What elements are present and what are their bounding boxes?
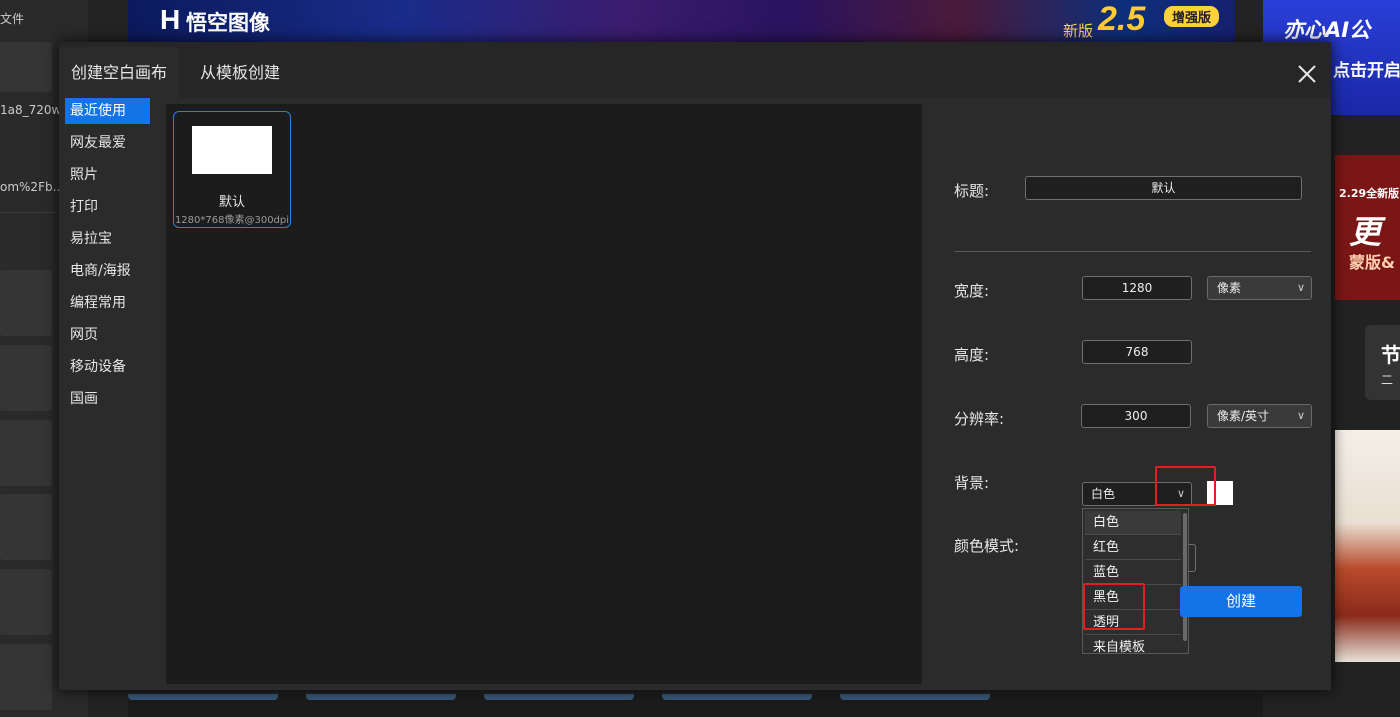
divider xyxy=(954,251,1311,252)
highlight-box xyxy=(1155,466,1216,506)
new-canvas-dialog: 创建空白画布 从模板创建 最近使用 网友最爱 照片 打印 易拉宝 电商/海报 编… xyxy=(59,42,1331,690)
ad-title: 亦心AI公 xyxy=(1283,18,1371,42)
palace-ad-image[interactable] xyxy=(1335,430,1400,662)
ad-subtitle: 蒙版& xyxy=(1349,253,1395,272)
release-ad-banner[interactable]: 2.29全新版 更 蒙版& xyxy=(1335,155,1400,300)
file-thumbnail[interactable] xyxy=(0,345,52,411)
file-thumbnail[interactable] xyxy=(0,569,52,635)
background-label: 背景: xyxy=(954,474,990,492)
category-rollup-banner[interactable]: 易拉宝 xyxy=(65,226,150,252)
width-label: 宽度: xyxy=(954,282,990,300)
category-photo[interactable]: 照片 xyxy=(65,162,150,188)
tab-create-blank[interactable]: 创建空白画布 xyxy=(59,47,179,98)
ad-title: 2.29全新版 xyxy=(1339,187,1400,200)
file-thumbnail[interactable] xyxy=(0,420,52,486)
ad-title: 节 xyxy=(1381,343,1400,367)
version-badge: 增强版 xyxy=(1164,6,1220,27)
dropdown-scrollbar-thumb[interactable] xyxy=(1183,513,1187,641)
category-webpage[interactable]: 网页 xyxy=(65,322,150,348)
ad-subtitle: 点击开启 xyxy=(1333,61,1400,81)
file-thumbnail[interactable] xyxy=(0,644,52,710)
file-name[interactable]: 1a8_720w xyxy=(0,103,62,117)
holiday-ad-card[interactable]: 节 二 xyxy=(1365,325,1400,400)
option-from-template[interactable]: 来自模板 xyxy=(1085,636,1181,653)
thumbnail[interactable] xyxy=(128,694,278,700)
file-label: 文件 xyxy=(0,12,25,26)
file-thumbnail[interactable] xyxy=(0,494,52,560)
resolution-input[interactable]: 300 xyxy=(1081,404,1191,428)
app-logo-icon: H xyxy=(160,4,181,35)
thumbnail[interactable] xyxy=(484,694,634,700)
template-name: 默认 xyxy=(218,195,245,210)
color-mode-select[interactable] xyxy=(1189,544,1196,572)
file-thumbnail[interactable] xyxy=(0,42,52,92)
template-card[interactable]: 默认 1280*768像素@300dpi xyxy=(173,111,291,228)
chevron-down-icon: ∨ xyxy=(1296,409,1305,422)
resolution-unit-select[interactable]: 像素/英寸 ∨ xyxy=(1207,404,1312,428)
width-input[interactable]: 1280 xyxy=(1082,276,1192,300)
tab-from-template[interactable]: 从模板创建 xyxy=(187,47,293,98)
category-sidebar: 最近使用 网友最爱 照片 打印 易拉宝 电商/海报 编程常用 网页 移动设备 国… xyxy=(59,98,159,690)
dialog-tabbar: 创建空白画布 从模板创建 xyxy=(59,42,1331,98)
version-number: 2.5 xyxy=(1098,0,1146,38)
ad-subtitle: 二 xyxy=(1381,373,1394,387)
divider xyxy=(0,212,56,213)
template-size: 1280*768像素@300dpi xyxy=(174,215,290,226)
category-recent[interactable]: 最近使用 xyxy=(65,98,150,124)
bottom-thumbnail-strip xyxy=(128,694,1263,717)
title-label: 标题: xyxy=(954,182,990,200)
category-programming[interactable]: 编程常用 xyxy=(65,290,150,316)
category-chinese-painting[interactable]: 国画 xyxy=(65,386,150,412)
width-unit-select[interactable]: 像素 ∨ xyxy=(1207,276,1312,300)
option-blue[interactable]: 蓝色 xyxy=(1085,561,1181,585)
highlight-box xyxy=(1083,583,1145,630)
resolution-label: 分辨率: xyxy=(954,410,1005,428)
version-prefix: 新版 xyxy=(1063,22,1094,40)
close-icon[interactable] xyxy=(1295,62,1319,86)
thumbnail[interactable] xyxy=(840,694,990,700)
resolution-unit-value: 像素/英寸 xyxy=(1217,409,1270,423)
thumbnail[interactable] xyxy=(306,694,456,700)
background-value: 白色 xyxy=(1091,487,1116,501)
promo-banner[interactable]: H 悟空图像 新版 2.5 增强版 xyxy=(128,0,1235,42)
option-red[interactable]: 红色 xyxy=(1085,536,1181,560)
background-dropdown-list: 白色 红色 蓝色 黑色 透明 来自模板 xyxy=(1082,508,1189,654)
canvas-settings-form: 标题: 默认 宽度: 1280 像素 ∨ 高度: 768 分辨率: 300 像素… xyxy=(922,98,1331,690)
thumbnail[interactable] xyxy=(662,694,812,700)
height-input[interactable]: 768 xyxy=(1082,340,1192,364)
width-unit-value: 像素 xyxy=(1217,281,1242,295)
template-thumbnail xyxy=(192,126,272,174)
category-mobile[interactable]: 移动设备 xyxy=(65,354,150,380)
template-grid: 默认 1280*768像素@300dpi xyxy=(166,104,922,684)
app-logo-text: 悟空图像 xyxy=(186,11,270,35)
chevron-down-icon: ∨ xyxy=(1296,281,1305,294)
ad-headline: 更 xyxy=(1349,213,1382,251)
file-name[interactable]: om%2Fb.. xyxy=(0,180,62,194)
create-button[interactable]: 创建 xyxy=(1180,586,1302,617)
file-thumbnail[interactable] xyxy=(0,270,52,336)
color-mode-label: 颜色模式: xyxy=(954,537,1020,555)
title-input[interactable]: 默认 xyxy=(1025,176,1302,200)
option-white[interactable]: 白色 xyxy=(1085,511,1181,535)
category-favorites[interactable]: 网友最爱 xyxy=(65,130,150,156)
category-print[interactable]: 打印 xyxy=(65,194,150,220)
category-ecommerce-poster[interactable]: 电商/海报 xyxy=(65,258,150,284)
height-label: 高度: xyxy=(954,346,990,364)
